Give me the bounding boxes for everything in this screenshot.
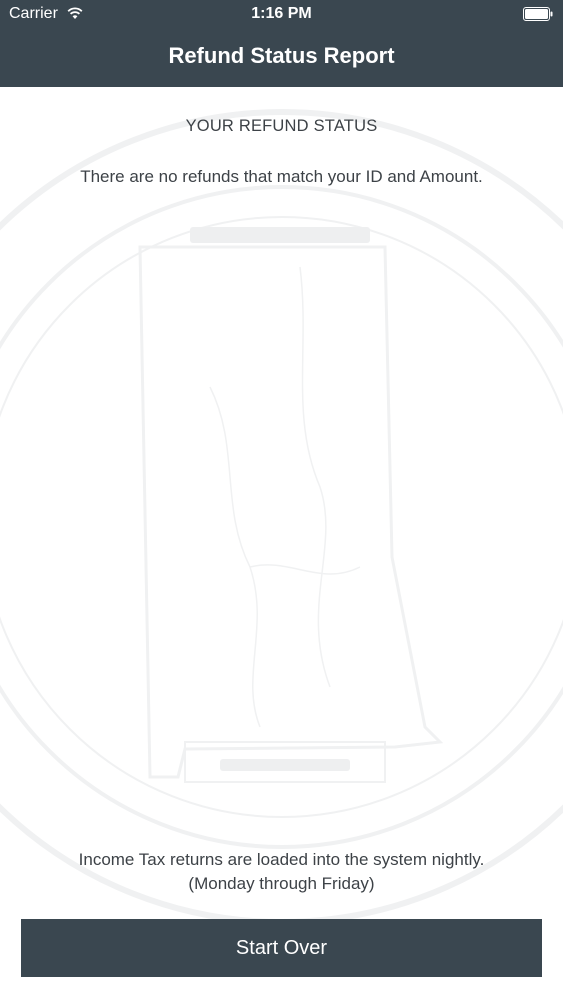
app-screen: Carrier 1:16 PM Refund Status Report YOU… (0, 0, 563, 1000)
status-time: 1:16 PM (251, 5, 312, 22)
status-bar: Carrier 1:16 PM (0, 0, 563, 30)
start-over-button[interactable]: Start Over (21, 919, 542, 977)
top-bar: Carrier 1:16 PM Refund Status Report (0, 0, 563, 87)
refund-status-message: There are no refunds that match your ID … (80, 167, 483, 186)
page-title: Refund Status Report (168, 43, 395, 68)
battery-icon (523, 7, 553, 21)
refund-status-heading: YOUR REFUND STATUS (185, 117, 378, 135)
processing-note-line1: Income Tax returns are loaded into the s… (78, 850, 485, 869)
main-content: YOUR REFUND STATUS There are no refunds … (0, 87, 563, 1000)
processing-note: Income Tax returns are loaded into the s… (0, 848, 563, 896)
processing-note-line2: (Monday through Friday) (188, 874, 375, 893)
